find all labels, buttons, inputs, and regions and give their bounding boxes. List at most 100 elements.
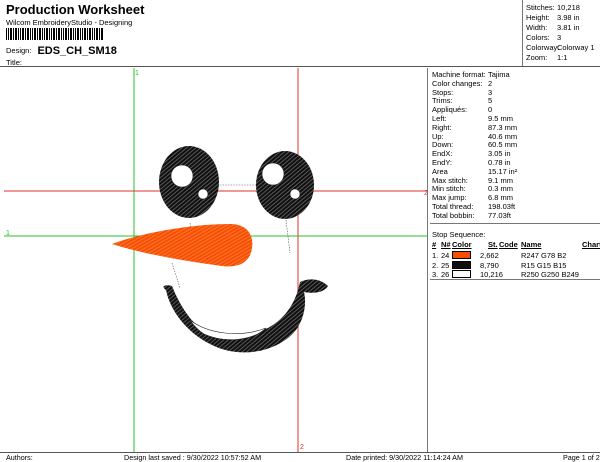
stop-sequence-title: Stop Sequence: — [432, 230, 486, 239]
stat-row: Area 15.17 in² — [432, 167, 597, 176]
stat-row: Stops: 3 — [432, 88, 597, 97]
stat-label: Total bobbin: — [432, 210, 475, 220]
stat-row: Right: 87.3 mm — [432, 123, 597, 132]
sequence-row: 1. 24 2,662 R247 G78 B2 — [432, 251, 600, 260]
summary-panel: Stitches: 10,218 Height: 3.98 in Width: 3.81 … — [522, 0, 600, 66]
summary-value: Colorway 1 — [557, 43, 595, 52]
stat-value: 9.5 mm — [488, 114, 514, 123]
summary-row: Colors: 3 — [526, 33, 600, 42]
col-n: N# — [441, 240, 451, 249]
guide-label-bottom: 2 — [300, 444, 304, 451]
worksheet-title: Production Worksheet — [6, 2, 145, 17]
footer-last-saved: Design last saved : 9/30/2022 10:57:52 A… — [124, 453, 262, 462]
stat-row: Max jump: 6.8 mm — [432, 193, 597, 202]
color-swatch — [452, 270, 471, 278]
software-name: Wilcom EmbroideryStudio - Designing — [6, 18, 133, 27]
stat-value: 0 — [488, 105, 493, 115]
summary-value: 3 — [557, 33, 562, 42]
stitch-count: 10,216 — [480, 270, 503, 279]
stat-label: Left: — [432, 114, 447, 123]
stat-label: Area — [432, 166, 448, 176]
stat-label: EndX: — [432, 149, 453, 159]
stat-value: 77.03ft — [488, 210, 511, 220]
stitch-count: 8,790 — [480, 260, 499, 270]
stat-row: EndX: 3.05 in — [432, 149, 597, 158]
summary-value: 1:1 — [557, 53, 568, 62]
stat-row: Machine format: Tajima — [432, 70, 597, 79]
summary-row: Height: 3.98 in — [526, 13, 600, 22]
stat-row: EndY: 0.78 in — [432, 158, 597, 167]
summary-row: Width: 3.81 in — [526, 23, 600, 32]
stat-row: Up: 40.6 mm — [432, 132, 597, 141]
col-num: # — [432, 240, 437, 249]
needle-number: 26 — [441, 270, 450, 279]
stat-label: Right: — [432, 122, 452, 132]
sequence-row: 2. 25 8,790 R15 G15 B15 — [432, 260, 600, 270]
header-divider — [0, 66, 600, 67]
stat-value: 15.17 in² — [488, 166, 518, 176]
guide-label-top: 1 — [135, 70, 139, 77]
stat-label: Stops: — [432, 87, 454, 97]
stat-value: 2 — [488, 78, 493, 88]
mouth — [163, 279, 328, 353]
summary-label: Zoom: — [526, 53, 548, 62]
stat-row: Down: 60.5 mm — [432, 140, 597, 149]
stat-value: 3.05 in — [488, 149, 511, 159]
footer-date-printed: Date printed: 9/30/2022 11:14:24 AM — [346, 453, 463, 462]
stat-label: Max stitch: — [432, 175, 468, 185]
summary-value: 3.98 in — [557, 13, 580, 22]
stat-row: Color changes: 2 — [432, 79, 597, 88]
stat-value: 198.03ft — [488, 202, 516, 211]
stat-value: 3 — [488, 87, 493, 97]
left-eye — [159, 146, 219, 218]
col-st: St. — [488, 240, 498, 249]
guide-label-left: 1 — [6, 230, 10, 237]
sequence-number: 1. — [432, 251, 439, 260]
worksheet-page: Production Worksheet Wilcom EmbroiderySt… — [0, 0, 600, 462]
sequence-divider — [430, 279, 600, 280]
summary-row: Stitches: 10,218 — [526, 3, 600, 12]
stat-value: 87.3 mm — [488, 122, 518, 132]
stat-value: 5 — [488, 96, 493, 106]
sequence-number: 2. — [432, 260, 439, 270]
color-swatch — [452, 251, 471, 259]
stat-row: Trims: 5 — [432, 96, 597, 105]
guide-label-right: 2 — [424, 190, 428, 197]
design-label: Design: — [6, 46, 32, 55]
stat-label: Color changes: — [432, 78, 483, 88]
stat-value: 9.1 mm — [488, 175, 514, 185]
stat-row: Total thread: 198.03ft — [432, 202, 597, 211]
stat-value: 40.6 mm — [488, 131, 518, 141]
stat-label: Appliqués: — [432, 105, 468, 115]
carrot-nose — [112, 224, 253, 267]
barcode — [6, 28, 103, 40]
stat-label: Up: — [432, 131, 444, 141]
stat-label: Min stitch: — [432, 184, 466, 194]
col-color: Color — [452, 240, 472, 249]
sequence-row: 3. 26 10,216 R250 G250 B249 — [432, 270, 600, 279]
stitch-count: 2,662 — [480, 251, 499, 260]
design-row: Design: EDS_CH_SM18 — [6, 44, 117, 57]
summary-label: Height: — [526, 13, 550, 22]
color-name: R247 G78 B2 — [521, 251, 567, 260]
design-preview: 1 2 1 2 — [4, 68, 428, 452]
stat-row: Appliqués: 0 — [432, 105, 597, 114]
col-chart: Chart — [582, 240, 600, 249]
stat-row: Max stitch: 9.1 mm — [432, 176, 597, 185]
color-name: R15 G15 B15 — [521, 260, 567, 270]
footer-page-number: Page 1 of 2 — [563, 453, 600, 462]
color-name: R250 G250 B249 — [521, 270, 579, 279]
stat-row: Min stitch: 0.3 mm — [432, 184, 597, 193]
stat-value: 60.5 mm — [488, 140, 518, 150]
stat-value: 0.78 in — [488, 158, 511, 167]
needle-number: 25 — [441, 260, 450, 270]
stat-row: Left: 9.5 mm — [432, 114, 597, 123]
stat-label: Down: — [432, 140, 454, 150]
sequence-number: 3. — [432, 270, 439, 279]
summary-row: Colorway: Colorway 1 — [526, 43, 600, 52]
col-name: Name — [521, 240, 542, 249]
summary-label: Stitches: — [526, 3, 555, 12]
design-name: EDS_CH_SM18 — [37, 45, 117, 57]
summary-value: 10,218 — [557, 3, 580, 12]
stat-label: Total thread: — [432, 202, 474, 211]
